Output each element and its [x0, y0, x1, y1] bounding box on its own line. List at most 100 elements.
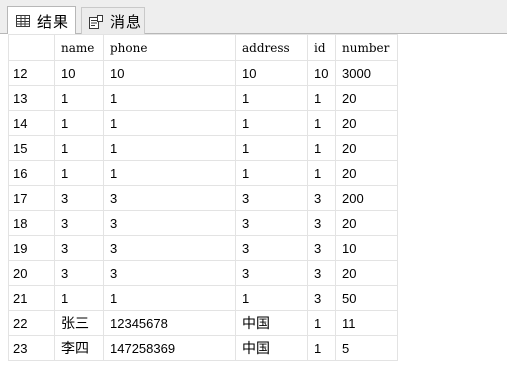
cell-id[interactable]: 1 [307, 160, 336, 186]
cell-phone[interactable]: 3 [103, 185, 236, 211]
cell-phone[interactable]: 1 [103, 135, 236, 161]
cell-name[interactable]: 3 [54, 235, 104, 261]
cell-name[interactable]: 李四 [54, 335, 104, 361]
row-number-cell[interactable]: 22 [8, 310, 55, 336]
cell-address[interactable]: 3 [235, 235, 308, 261]
cell-id[interactable]: 10 [307, 60, 336, 86]
row-number-cell[interactable]: 20 [8, 260, 55, 286]
cell-name[interactable]: 3 [54, 185, 104, 211]
cell-number[interactable]: 20 [335, 160, 398, 186]
cell-phone[interactable]: 1 [103, 110, 236, 136]
cell-name[interactable]: 1 [54, 85, 104, 111]
tab-results-label: 结果 [37, 12, 70, 31]
cell-address[interactable]: 3 [235, 260, 308, 286]
results-table: name phone address id number 12 10 10 10 10 3… [8, 34, 398, 361]
table-row[interactable]: 14 1 1 1 1 20 [8, 110, 398, 136]
results-grid: name phone address id number 12 10 10 10 10 3… [0, 34, 507, 375]
row-number-cell[interactable]: 19 [8, 235, 55, 261]
cell-number[interactable]: 20 [335, 110, 398, 136]
table-row[interactable]: 12 10 10 10 10 3000 [8, 60, 398, 86]
column-header-name[interactable]: name [54, 34, 104, 61]
cell-phone[interactable]: 12345678 [103, 310, 236, 336]
cell-id[interactable]: 1 [307, 135, 336, 161]
cell-number[interactable]: 20 [335, 210, 398, 236]
cell-number[interactable]: 50 [335, 285, 398, 311]
cell-id[interactable]: 3 [307, 185, 336, 211]
table-row[interactable]: 16 1 1 1 1 20 [8, 160, 398, 186]
cell-id[interactable]: 3 [307, 285, 336, 311]
cell-address[interactable]: 3 [235, 185, 308, 211]
cell-address[interactable]: 10 [235, 60, 308, 86]
cell-address[interactable]: 1 [235, 160, 308, 186]
cell-number[interactable]: 11 [335, 310, 398, 336]
grid-icon [15, 13, 31, 29]
cell-address[interactable]: 3 [235, 210, 308, 236]
row-number-cell[interactable]: 18 [8, 210, 55, 236]
table-row[interactable]: 18 3 3 3 3 20 [8, 210, 398, 236]
row-number-cell[interactable]: 13 [8, 85, 55, 111]
table-body: 12 10 10 10 10 3000 13 1 1 1 1 20 14 1 1 1 1 20 15 1 1 1 1 20 16… [8, 60, 398, 361]
tab-messages[interactable]: 消息 [81, 7, 145, 35]
cell-name[interactable]: 3 [54, 210, 104, 236]
tab-messages-label: 消息 [110, 13, 143, 31]
results-tabstrip: 结果 消息 [0, 0, 507, 35]
cell-address[interactable]: 1 [235, 135, 308, 161]
cell-address[interactable]: 1 [235, 85, 308, 111]
cell-phone[interactable]: 10 [103, 60, 236, 86]
column-header-phone[interactable]: phone [103, 34, 236, 61]
cell-phone[interactable]: 1 [103, 85, 236, 111]
column-header-id[interactable]: id [307, 34, 336, 61]
cell-id[interactable]: 3 [307, 235, 336, 261]
tab-results[interactable]: 结果 [7, 6, 76, 35]
row-number-cell[interactable]: 14 [8, 110, 55, 136]
table-row[interactable]: 13 1 1 1 1 20 [8, 85, 398, 111]
column-header-address[interactable]: address [235, 34, 308, 61]
cell-name[interactable]: 10 [54, 60, 104, 86]
cell-id[interactable]: 1 [307, 310, 336, 336]
cell-number[interactable]: 200 [335, 185, 398, 211]
cell-name[interactable]: 1 [54, 135, 104, 161]
cell-id[interactable]: 3 [307, 210, 336, 236]
cell-phone[interactable]: 3 [103, 260, 236, 286]
row-number-cell[interactable]: 23 [8, 335, 55, 361]
table-row[interactable]: 15 1 1 1 1 20 [8, 135, 398, 161]
cell-number[interactable]: 5 [335, 335, 398, 361]
cell-name[interactable]: 1 [54, 285, 104, 311]
cell-phone[interactable]: 1 [103, 160, 236, 186]
cell-number[interactable]: 10 [335, 235, 398, 261]
cell-id[interactable]: 1 [307, 110, 336, 136]
cell-address[interactable]: 中国 [235, 335, 308, 361]
cell-phone[interactable]: 1 [103, 285, 236, 311]
cell-number[interactable]: 20 [335, 260, 398, 286]
cell-address[interactable]: 中国 [235, 310, 308, 336]
cell-phone[interactable]: 3 [103, 235, 236, 261]
column-header-number[interactable]: number [335, 34, 398, 61]
cell-name[interactable]: 1 [54, 110, 104, 136]
row-number-cell[interactable]: 15 [8, 135, 55, 161]
column-header-rownum[interactable] [8, 34, 55, 61]
cell-name[interactable]: 张三 [54, 310, 104, 336]
row-number-cell[interactable]: 16 [8, 160, 55, 186]
table-row[interactable]: 20 3 3 3 3 20 [8, 260, 398, 286]
cell-name[interactable]: 3 [54, 260, 104, 286]
table-row[interactable]: 21 1 1 1 3 50 [8, 285, 398, 311]
table-row[interactable]: 17 3 3 3 3 200 [8, 185, 398, 211]
table-row[interactable]: 22 张三 12345678 中国 1 11 [8, 310, 398, 336]
table-row[interactable]: 19 3 3 3 3 10 [8, 235, 398, 261]
cell-address[interactable]: 1 [235, 285, 308, 311]
cell-address[interactable]: 1 [235, 110, 308, 136]
cell-number[interactable]: 3000 [335, 60, 398, 86]
message-icon [88, 14, 104, 30]
cell-number[interactable]: 20 [335, 135, 398, 161]
table-row[interactable]: 23 李四 147258369 中国 1 5 [8, 335, 398, 361]
cell-phone[interactable]: 147258369 [103, 335, 236, 361]
row-number-cell[interactable]: 21 [8, 285, 55, 311]
cell-name[interactable]: 1 [54, 160, 104, 186]
row-number-cell[interactable]: 17 [8, 185, 55, 211]
cell-id[interactable]: 1 [307, 85, 336, 111]
cell-phone[interactable]: 3 [103, 210, 236, 236]
cell-number[interactable]: 20 [335, 85, 398, 111]
cell-id[interactable]: 1 [307, 335, 336, 361]
row-number-cell[interactable]: 12 [8, 60, 55, 86]
cell-id[interactable]: 3 [307, 260, 336, 286]
